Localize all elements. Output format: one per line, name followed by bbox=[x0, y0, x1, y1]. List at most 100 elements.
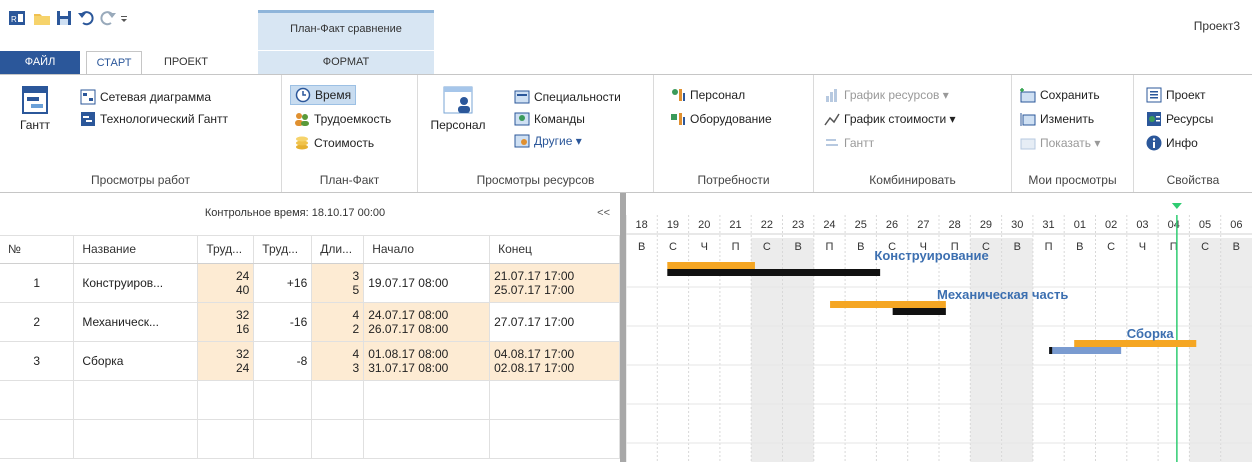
cost-chart-button[interactable]: График стоимости ▾ bbox=[824, 109, 956, 129]
people-icon bbox=[295, 113, 309, 126]
day-label: 03 bbox=[1136, 219, 1148, 231]
customize-toolbar-icon[interactable] bbox=[119, 9, 129, 27]
group-properties: Проект Ресурсы Инфо Свойства bbox=[1134, 75, 1252, 192]
personnel-view-button[interactable]: Персонал bbox=[428, 85, 488, 132]
day-label: 25 bbox=[855, 219, 867, 231]
group-label-work-views: Просмотры работ bbox=[91, 173, 190, 187]
column-header-number[interactable]: № bbox=[0, 236, 75, 264]
project-props-icon bbox=[1146, 87, 1162, 103]
duration-plan: 4 bbox=[352, 346, 360, 361]
tech-gantt-label: Технологический Гантт bbox=[100, 112, 229, 126]
task-bar-label: Конструирование bbox=[874, 248, 988, 263]
tab-format[interactable]: ФОРМАТ bbox=[258, 51, 434, 74]
day-label: 01 bbox=[1074, 219, 1086, 231]
group-label-needs: Потребности bbox=[697, 173, 770, 187]
column-header-labor[interactable]: Труд... bbox=[197, 236, 255, 264]
teams-button[interactable]: Команды bbox=[514, 109, 585, 129]
network-diagram-button[interactable]: Сетевая диаграмма bbox=[80, 87, 211, 107]
network-label: Сетевая диаграмма bbox=[100, 90, 211, 104]
context-tab-band: План-Факт сравнение bbox=[258, 10, 434, 50]
plan-bar[interactable] bbox=[667, 262, 755, 269]
tech-gantt-button[interactable]: Технологический Гантт bbox=[80, 109, 228, 129]
day-label: 04 bbox=[1168, 219, 1180, 231]
day-label: 24 bbox=[823, 219, 835, 231]
other-views-button[interactable]: Другие ▾ bbox=[514, 131, 582, 151]
weekday-label: Ч bbox=[1139, 241, 1146, 253]
specialties-button[interactable]: Специальности bbox=[514, 87, 621, 107]
context-tab-title: План-Факт сравнение bbox=[290, 23, 402, 35]
fact-bar[interactable] bbox=[1049, 347, 1122, 354]
plan-bar[interactable] bbox=[830, 301, 946, 308]
gantt-button[interactable]: Гантт bbox=[10, 85, 60, 132]
empty-row bbox=[0, 419, 620, 459]
column-header-labor-diff[interactable]: Труд... bbox=[253, 236, 313, 264]
cost-button[interactable]: Стоимость bbox=[294, 133, 374, 153]
undo-icon[interactable] bbox=[77, 9, 95, 27]
info-label: Инфо bbox=[1166, 136, 1198, 150]
specialties-icon bbox=[514, 90, 530, 104]
needs-equipment-button[interactable]: Оборудование bbox=[670, 109, 772, 129]
group-label-properties: Свойства bbox=[1166, 173, 1220, 187]
column-header-end[interactable]: Конец bbox=[489, 236, 620, 264]
duration-cell: 35 bbox=[311, 263, 365, 303]
group-combine: График ресурсов ▾ График стоимости ▾ Ган… bbox=[814, 75, 1012, 192]
labor-diff: +16 bbox=[253, 263, 313, 303]
day-label: 18 bbox=[636, 219, 648, 231]
fact-bar[interactable] bbox=[667, 269, 881, 276]
personnel-grid-icon bbox=[443, 86, 473, 114]
group-work-views: Гантт Сетевая диаграмма Технологический … bbox=[0, 75, 282, 192]
column-header-name[interactable]: Название bbox=[73, 236, 199, 264]
table-row[interactable]: 1 Конструиров... 24 40 +16 35 19.07.17 08… bbox=[0, 263, 620, 303]
fact-bar[interactable] bbox=[892, 308, 946, 315]
table-row[interactable]: 2 Механическ... 32 16 -16 42 24.07.17 08:… bbox=[0, 302, 620, 342]
resource-chart-button[interactable]: График ресурсов ▾ bbox=[824, 85, 949, 105]
combine-gantt-button[interactable]: Гантт bbox=[824, 133, 874, 153]
weekday-label: В bbox=[638, 241, 645, 253]
line-chart-icon bbox=[824, 113, 840, 126]
project-props-button[interactable]: Проект bbox=[1146, 85, 1206, 105]
time-button[interactable]: Время bbox=[290, 85, 357, 105]
edit-view-button[interactable]: Изменить bbox=[1020, 109, 1094, 129]
redo-icon[interactable] bbox=[99, 9, 117, 27]
row-number: 2 bbox=[0, 302, 75, 342]
title-bar: R План-Факт сравнение Проект3 bbox=[0, 0, 1252, 50]
row-number: 1 bbox=[0, 263, 75, 303]
needs-equipment-label: Оборудование bbox=[690, 112, 772, 126]
tab-file[interactable]: ФАЙЛ bbox=[0, 51, 80, 74]
day-label: 02 bbox=[1105, 219, 1117, 231]
tab-start[interactable]: СТАРТ bbox=[86, 51, 142, 75]
empty-row bbox=[0, 380, 620, 420]
show-view-label: Показать ▾ bbox=[1040, 136, 1101, 150]
labor-button[interactable]: Трудоемкость bbox=[294, 109, 391, 129]
open-folder-icon[interactable] bbox=[33, 9, 51, 27]
plan-bar[interactable] bbox=[1074, 340, 1197, 347]
duration-plan: 3 bbox=[352, 268, 360, 283]
start-plan: 01.08.17 08:00 bbox=[368, 346, 449, 361]
labor-cell: 32 24 bbox=[197, 341, 255, 381]
save-view-button[interactable]: Сохранить bbox=[1020, 85, 1100, 105]
group-label-combine: Комбинировать bbox=[869, 173, 956, 187]
weekday-label: П bbox=[1045, 241, 1053, 253]
resources-props-button[interactable]: Ресурсы bbox=[1146, 109, 1213, 129]
column-header-start[interactable]: Начало bbox=[363, 236, 491, 264]
show-view-icon bbox=[1020, 138, 1036, 150]
show-view-button[interactable]: Показать ▾ bbox=[1020, 133, 1100, 153]
weekday-label: В bbox=[794, 241, 801, 253]
group-label-my-views: Мои просмотры bbox=[1028, 173, 1117, 187]
control-time-bar: Контрольное время: 18.10.17 00:00 << bbox=[0, 193, 620, 236]
info-button[interactable]: Инфо bbox=[1146, 133, 1198, 153]
table-row[interactable]: 3 Сборка 32 24 -8 43 01.08.17 08:00 31.07.… bbox=[0, 341, 620, 381]
collapse-button[interactable]: << bbox=[597, 207, 610, 219]
edit-view-icon bbox=[1020, 113, 1036, 126]
cost-label: Стоимость bbox=[314, 136, 375, 150]
save-icon[interactable] bbox=[55, 9, 73, 27]
specialties-label: Специальности bbox=[534, 90, 621, 104]
needs-personnel-button[interactable]: Персонал bbox=[670, 85, 745, 105]
time-label: Время bbox=[315, 88, 352, 102]
app-window: R План-Факт сравнение Проект3 ФАЙЛ СТАРТ… bbox=[0, 0, 1252, 462]
gantt-icon bbox=[22, 86, 48, 114]
group-label-planfact: План-Факт bbox=[319, 173, 380, 187]
tab-project[interactable]: ПРОЕКТ bbox=[148, 51, 224, 74]
column-header-duration[interactable]: Дли... bbox=[311, 236, 365, 264]
duration-plan: 4 bbox=[352, 307, 360, 322]
